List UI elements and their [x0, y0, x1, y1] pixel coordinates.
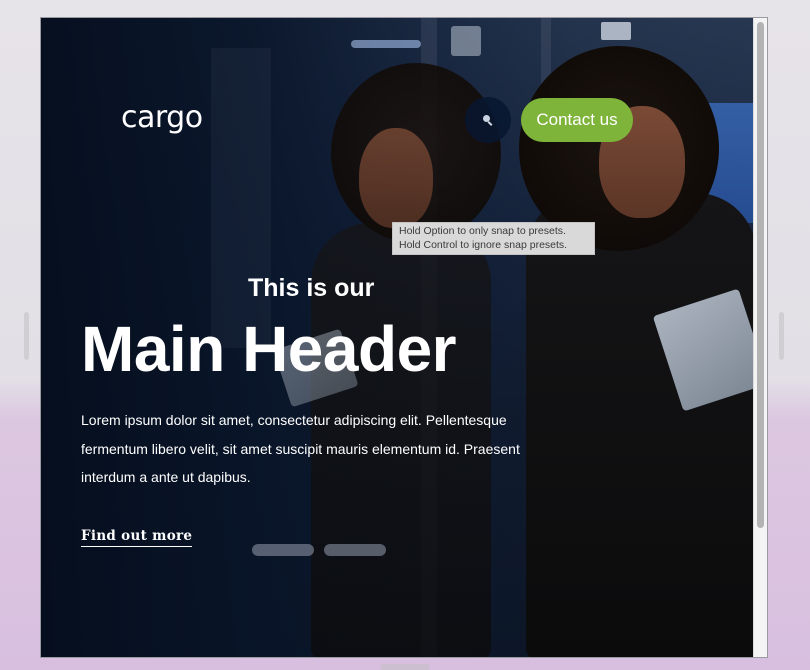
search-button[interactable]	[465, 97, 511, 143]
search-icon	[483, 115, 493, 126]
snap-tooltip: Hold Option to only snap to presets. Hol…	[392, 222, 595, 255]
scrollbar-thumb[interactable]	[757, 22, 764, 528]
hero-subheader: This is our	[248, 274, 375, 302]
resize-handle-left[interactable]	[24, 312, 29, 360]
find-out-more-link[interactable]: Find out more	[81, 528, 193, 547]
tooltip-line-1: Hold Option to only snap to presets.	[399, 225, 566, 237]
slider-dot-2[interactable]	[324, 544, 386, 556]
hero-main-header: Main Header	[81, 313, 457, 385]
contact-us-button[interactable]: Contact us	[521, 98, 633, 142]
cargo-logo[interactable]: cargo	[121, 100, 203, 135]
slider-dot-1[interactable]	[252, 544, 314, 556]
slider-dots	[252, 544, 386, 556]
resize-handle-right[interactable]	[779, 312, 784, 360]
tooltip-line-2: Hold Control to ignore snap presets.	[399, 238, 568, 251]
preview-frame: cargo Contact us This is our Main Header…	[40, 17, 768, 658]
resize-handle-bottom[interactable]	[380, 664, 430, 670]
hero-body-text: Lorem ipsum dolor sit amet, consectetur …	[81, 412, 520, 485]
